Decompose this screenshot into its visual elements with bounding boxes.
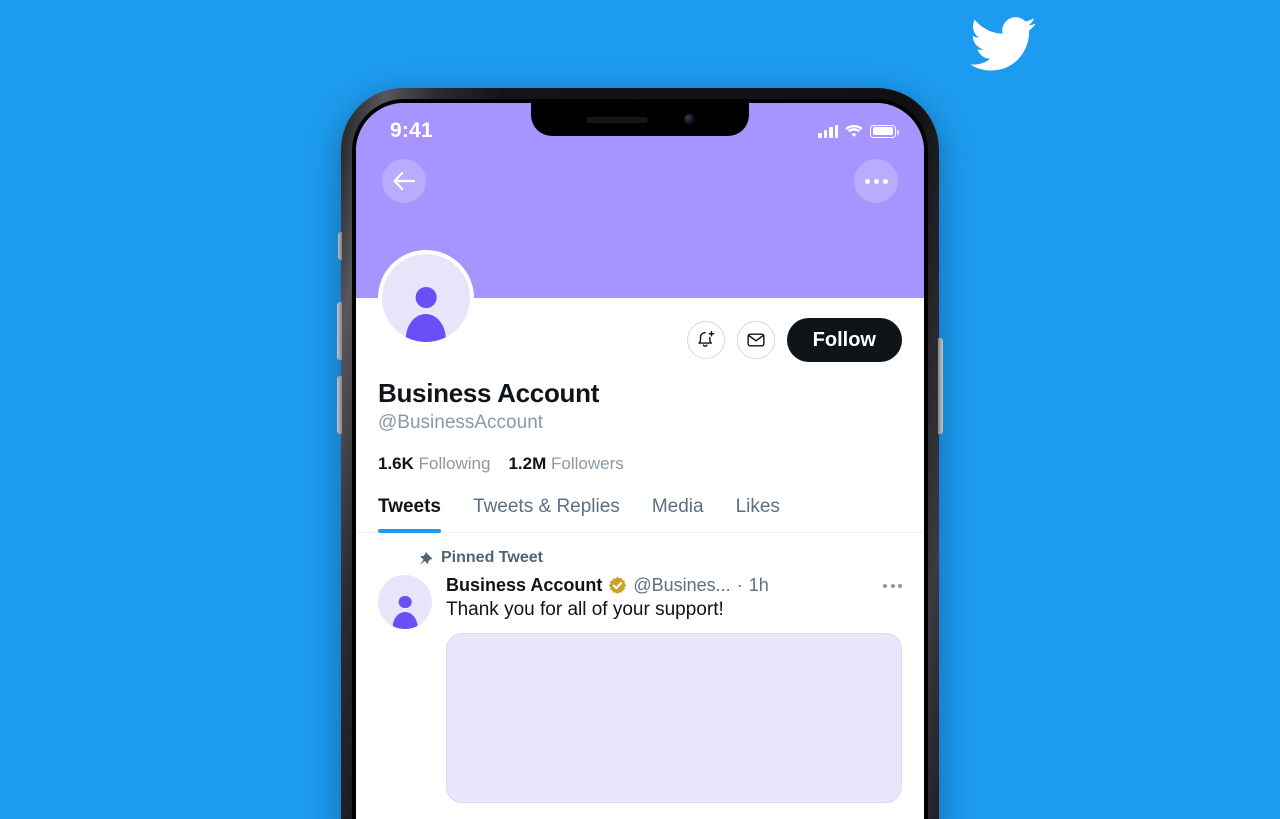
power-button[interactable] [938,338,943,434]
followers-stat[interactable]: 1.2M Followers [508,454,623,474]
notch [531,103,749,136]
tweet-media-placeholder[interactable] [446,633,902,803]
silence-switch[interactable] [338,232,342,260]
tweet-item[interactable]: Business Account @Busines... · 1h Thank … [356,569,924,803]
following-stat[interactable]: 1.6K Following [378,454,490,474]
tweet-text: Thank you for all of your support! [446,599,724,620]
tweet-timestamp: 1h [748,575,769,595]
status-icons [818,124,899,138]
back-button[interactable] [382,159,426,203]
earpiece-speaker-icon [585,116,648,123]
tab-tweets-replies[interactable]: Tweets & Replies [473,496,620,532]
person-placeholder-icon [401,287,450,342]
banner-actions [356,159,924,203]
volume-down-button[interactable] [337,376,342,434]
following-label: Following [418,454,491,473]
tweet-author[interactable]: Business Account [446,575,602,596]
followers-label: Followers [551,454,624,473]
pinned-tweet-header: Pinned Tweet [356,533,924,569]
notify-button[interactable] [686,321,725,359]
tweet-body: Business Account @Busines... · 1h Thank … [446,575,902,803]
avatar[interactable] [378,250,474,346]
pinned-tweet-label: Pinned Tweet [441,549,543,566]
envelope-icon [747,333,765,347]
phone-device: 9:41 Follow Business Account @BusinessAc… [337,88,943,819]
phone-screen: 9:41 Follow Business Account @BusinessAc… [356,103,924,819]
bell-plus-icon [698,330,714,347]
profile-stats: 1.6K Following 1.2M Followers [378,454,902,474]
person-placeholder-icon [390,595,420,629]
profile-handle: @BusinessAccount [378,412,544,433]
tweet-handle: @Busines... [633,575,731,595]
cellular-signal-icon [818,124,838,138]
tweet-avatar[interactable] [378,575,432,629]
tweet-more-button[interactable] [873,583,902,588]
tweet-header: Business Account @Busines... · 1h [446,575,902,596]
tweet-separator: · [736,575,743,595]
tab-media[interactable]: Media [652,496,704,532]
status-time: 9:41 [390,119,433,142]
tab-tweets[interactable]: Tweets [378,496,442,533]
follow-button[interactable]: Follow [786,318,902,362]
message-button[interactable] [736,321,775,359]
pin-icon [419,551,433,565]
following-count: 1.6K [378,454,414,473]
back-arrow-icon [393,172,415,190]
gold-verified-badge-icon [609,576,627,595]
tab-likes[interactable]: Likes [736,496,780,532]
front-camera-icon [683,114,695,125]
profile-more-button[interactable] [854,159,898,203]
more-horizontal-icon [864,178,888,184]
volume-up-button[interactable] [337,302,342,360]
profile-tabs: Tweets Tweets & Replies Media Likes [356,496,924,533]
battery-icon [870,124,899,138]
wifi-icon [845,124,863,138]
followers-count: 1.2M [508,454,547,473]
page-title: Business Account [378,378,600,408]
profile-section: Follow Business Account @BusinessAccount… [356,250,924,474]
twitter-bird-icon [970,17,1036,71]
phone-bezel: 9:41 Follow Business Account @BusinessAc… [352,99,928,819]
